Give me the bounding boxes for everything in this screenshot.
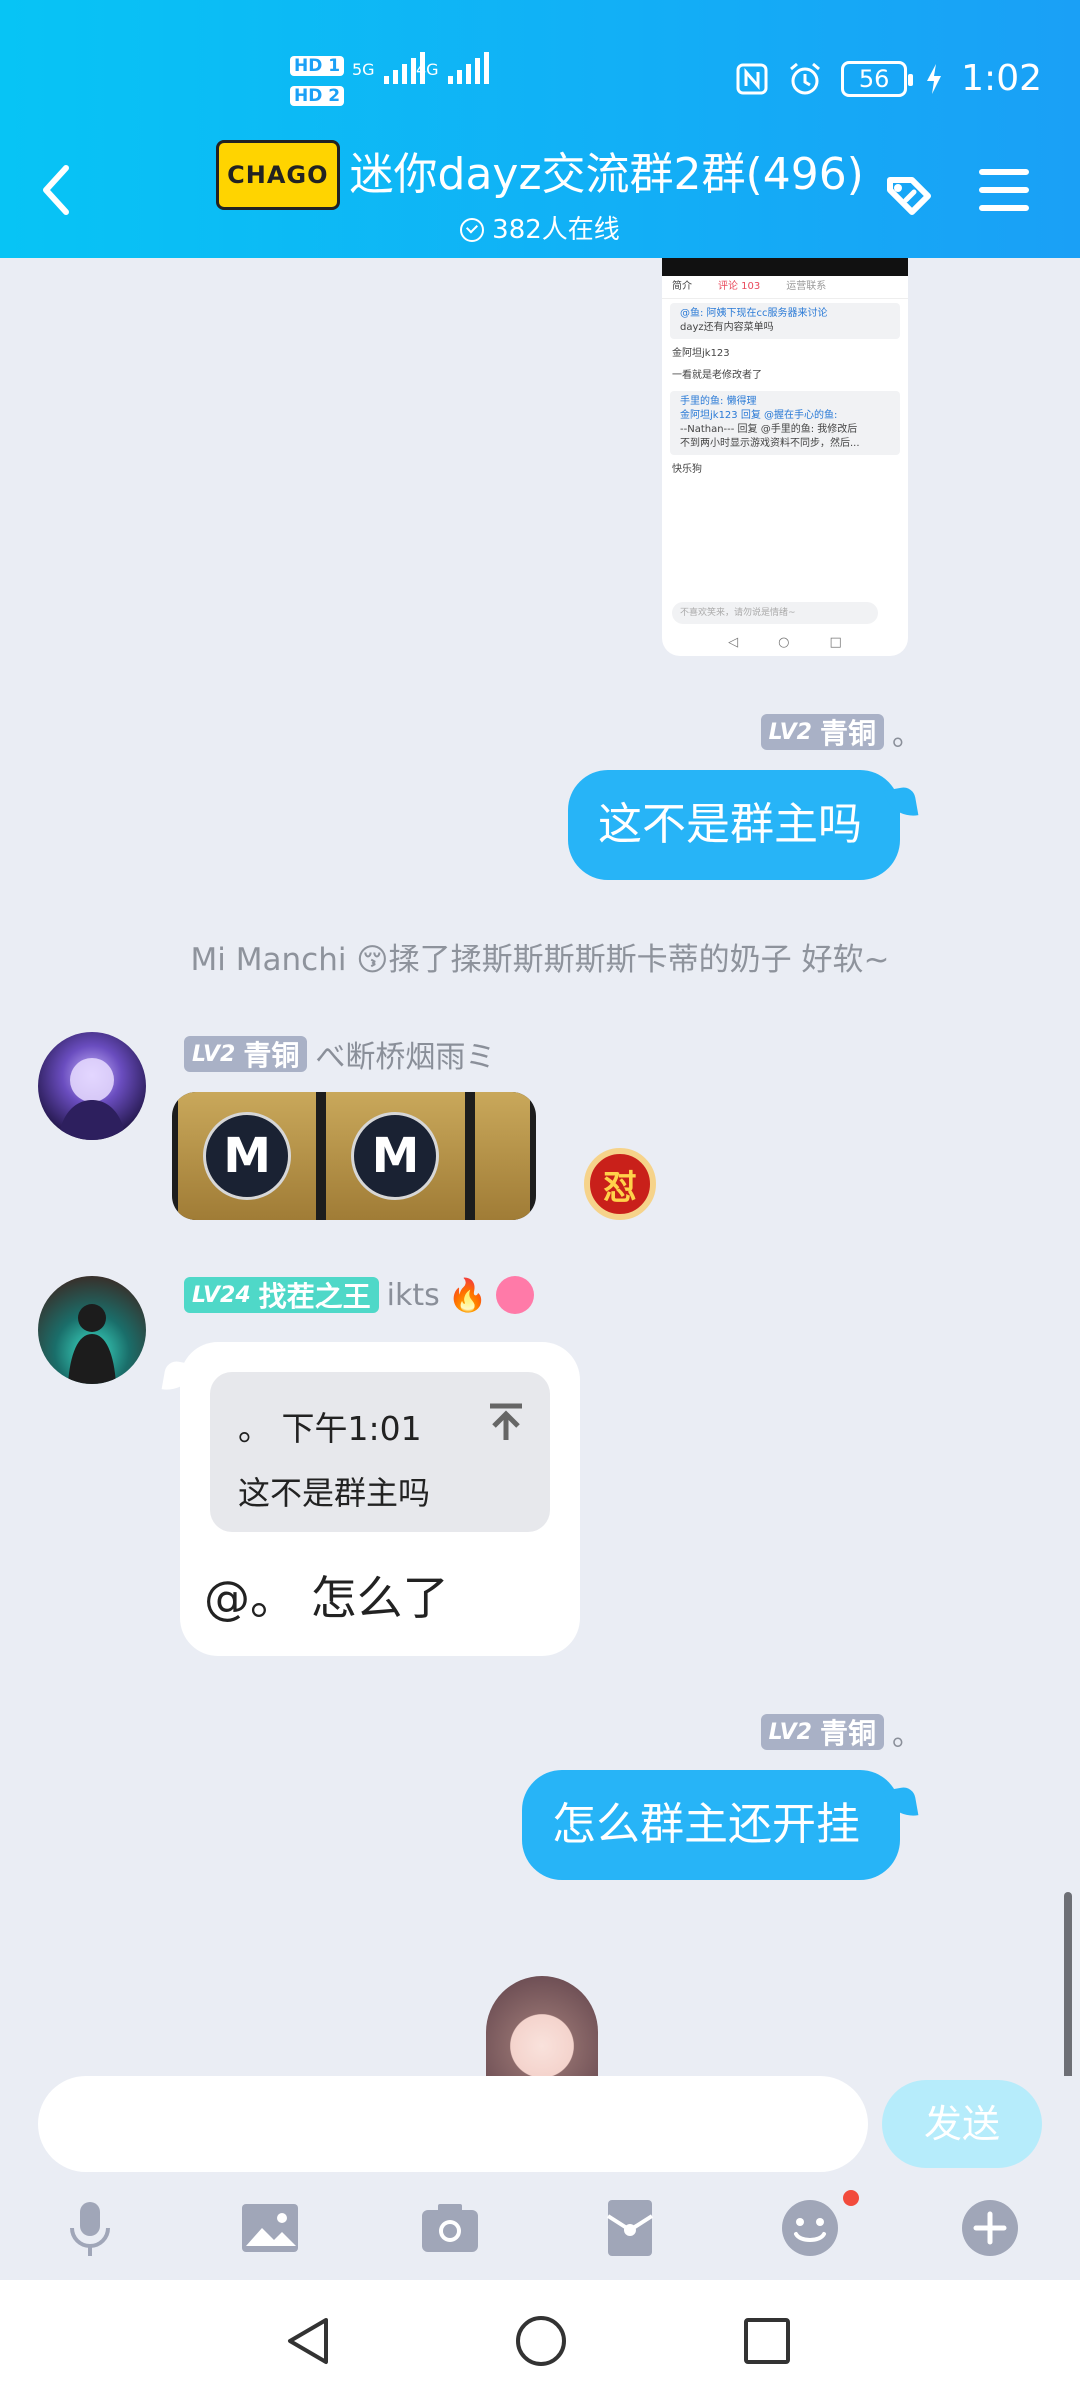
online-text: 382人在线: [492, 215, 620, 245]
smile-badge-icon: [495, 1276, 534, 1314]
battery-indicator: 56: [841, 60, 914, 97]
reaction-sticker[interactable]: 怼: [584, 1148, 656, 1220]
image-message[interactable]: M M: [172, 1092, 536, 1220]
nav-back-icon[interactable]: [282, 2314, 336, 2368]
shot-line: 一看就是老修改者了: [672, 370, 762, 381]
shot-nav: ◁ ○ □: [728, 634, 842, 650]
group-title[interactable]: CHAGO 迷你dayz交流群2群(496): [216, 140, 864, 210]
image-panel: [474, 1092, 530, 1220]
notification-dot: [843, 2190, 859, 2206]
microphone-icon[interactable]: [58, 2196, 122, 2260]
screenshot-image-message[interactable]: 简介 评论 103 运营联系 @鱼: 阿姨下现在cc服务器来讨论 dayz还有内容…: [662, 258, 908, 656]
avatar-figure-icon: [58, 1058, 126, 1140]
image-icon[interactable]: [238, 2196, 302, 2260]
nav-recents-icon[interactable]: [742, 2316, 792, 2366]
plus-icon[interactable]: [958, 2196, 1022, 2260]
net1-label: 5G: [352, 60, 375, 79]
shot-line: 金阿坦jk123: [672, 348, 730, 359]
level-badge: LV2 青铜: [184, 1036, 308, 1072]
sender-name: 。: [892, 1718, 922, 1753]
quote-header: 。 下午1:01: [238, 1409, 422, 1448]
sender-name: べ断桥烟雨ミ: [315, 1040, 496, 1075]
signal-5g: 5G: [352, 52, 425, 84]
anime-character-sticker[interactable]: [486, 1976, 598, 2076]
red-packet-icon[interactable]: [598, 2196, 662, 2260]
avatar[interactable]: [38, 1276, 146, 1384]
shot-tab: 评论 103: [718, 281, 761, 292]
my-message-bubble[interactable]: 这不是群主吗: [568, 770, 900, 880]
message-input[interactable]: [38, 2076, 868, 2172]
net2-label: 4G: [416, 60, 439, 79]
scrollbar[interactable]: [1064, 1892, 1072, 2076]
shot-tab: 运营联系: [786, 281, 827, 292]
shot-tabs: 简介 评论 103 运营联系: [662, 276, 908, 299]
signal-bars-icon: [448, 50, 489, 84]
system-message: Mi Manchi 😚揉了揉斯斯斯斯斯卡蒂的奶子 好软~: [190, 942, 890, 978]
sender-info: LV2 青铜 べ断桥烟雨ミ: [184, 1032, 495, 1076]
message-text: 怎么群主还开挂: [552, 1799, 860, 1850]
send-button[interactable]: 发送: [882, 2080, 1042, 2168]
level-badge: LV2 青铜: [760, 1714, 884, 1750]
clock: 1:02: [961, 58, 1042, 99]
reply-message-bubble[interactable]: 。 下午1:01 这不是群主吗 @。 怎么了: [180, 1342, 580, 1656]
chat-header: HD 1 HD 2 5G 4G 56 1:02 CHAGO 迷你dayz交流群2: [0, 0, 1080, 258]
quoted-message[interactable]: 。 下午1:01 这不是群主吗: [210, 1372, 550, 1532]
status-bar: HD 1 HD 2 5G 4G 56 1:02: [0, 42, 1080, 112]
system-nav-bar: [0, 2280, 1080, 2400]
camera-icon[interactable]: [418, 2196, 482, 2260]
shot-line: @鱼: 阿姨下现在cc服务器来讨论 dayz还有内容菜单吗: [670, 303, 900, 339]
charging-icon: [927, 63, 942, 94]
shot-line: 快乐狗: [672, 464, 702, 475]
chat-list[interactable]: 简介 评论 103 运营联系 @鱼: 阿姨下现在cc服务器来讨论 dayz还有内容…: [0, 258, 1080, 2076]
level-badge: LV24 找茬之王: [184, 1277, 379, 1313]
sender-name: 。: [892, 718, 922, 753]
image-panel: M: [326, 1092, 465, 1220]
level-badge: LV2 青铜: [760, 714, 884, 750]
menu-icon[interactable]: [978, 166, 1030, 214]
group-logo: CHAGO: [216, 140, 340, 210]
online-count[interactable]: 382人在线: [460, 210, 620, 250]
shot-tab: 简介: [672, 281, 692, 292]
group-title-text: 迷你dayz交流群2群(496): [349, 149, 864, 200]
sender-info: LV2 青铜 。: [760, 1710, 922, 1754]
emoji-icon[interactable]: [778, 2196, 842, 2260]
status-right: 56 1:02: [735, 58, 1042, 99]
message-text: @。 怎么了: [204, 1571, 449, 1625]
avatar[interactable]: [38, 1032, 146, 1140]
nav-home-icon[interactable]: [514, 2314, 568, 2368]
sim1-label: HD 1: [290, 56, 345, 76]
shot-input: 不喜欢笑来，请勿说是情绪~: [672, 602, 878, 624]
fire-icon: 🔥: [447, 1276, 488, 1314]
jump-to-quote-icon[interactable]: [488, 1402, 524, 1442]
sim2-label: HD 2: [290, 86, 345, 106]
alarm-icon: [790, 62, 821, 94]
my-message-bubble[interactable]: 怎么群主还开挂: [522, 1770, 900, 1880]
message-text: 这不是群主吗: [598, 799, 862, 850]
signal-4g: 4G: [416, 52, 489, 84]
image-panel: M: [178, 1092, 317, 1220]
logo-circle: M: [351, 1112, 440, 1200]
link-icon[interactable]: [876, 160, 942, 226]
avatar-figure-icon: [68, 1304, 116, 1384]
quote-text: 这不是群主吗: [238, 1474, 431, 1512]
sim-indicator: HD 1 HD 2: [290, 50, 348, 110]
nfc-icon: [736, 63, 768, 94]
sender-info: LV24 找茬之王 ikts 🔥: [184, 1276, 534, 1314]
logo-circle: M: [203, 1112, 292, 1200]
sender-info: LV2 青铜 。: [760, 710, 922, 754]
online-icon: [460, 218, 485, 242]
sender-name: ikts: [386, 1277, 440, 1313]
shot-line: 手里的鱼: 懒得理 金阿坦jk123 回复 @握在手心的鱼: --Nathan-…: [670, 391, 900, 455]
